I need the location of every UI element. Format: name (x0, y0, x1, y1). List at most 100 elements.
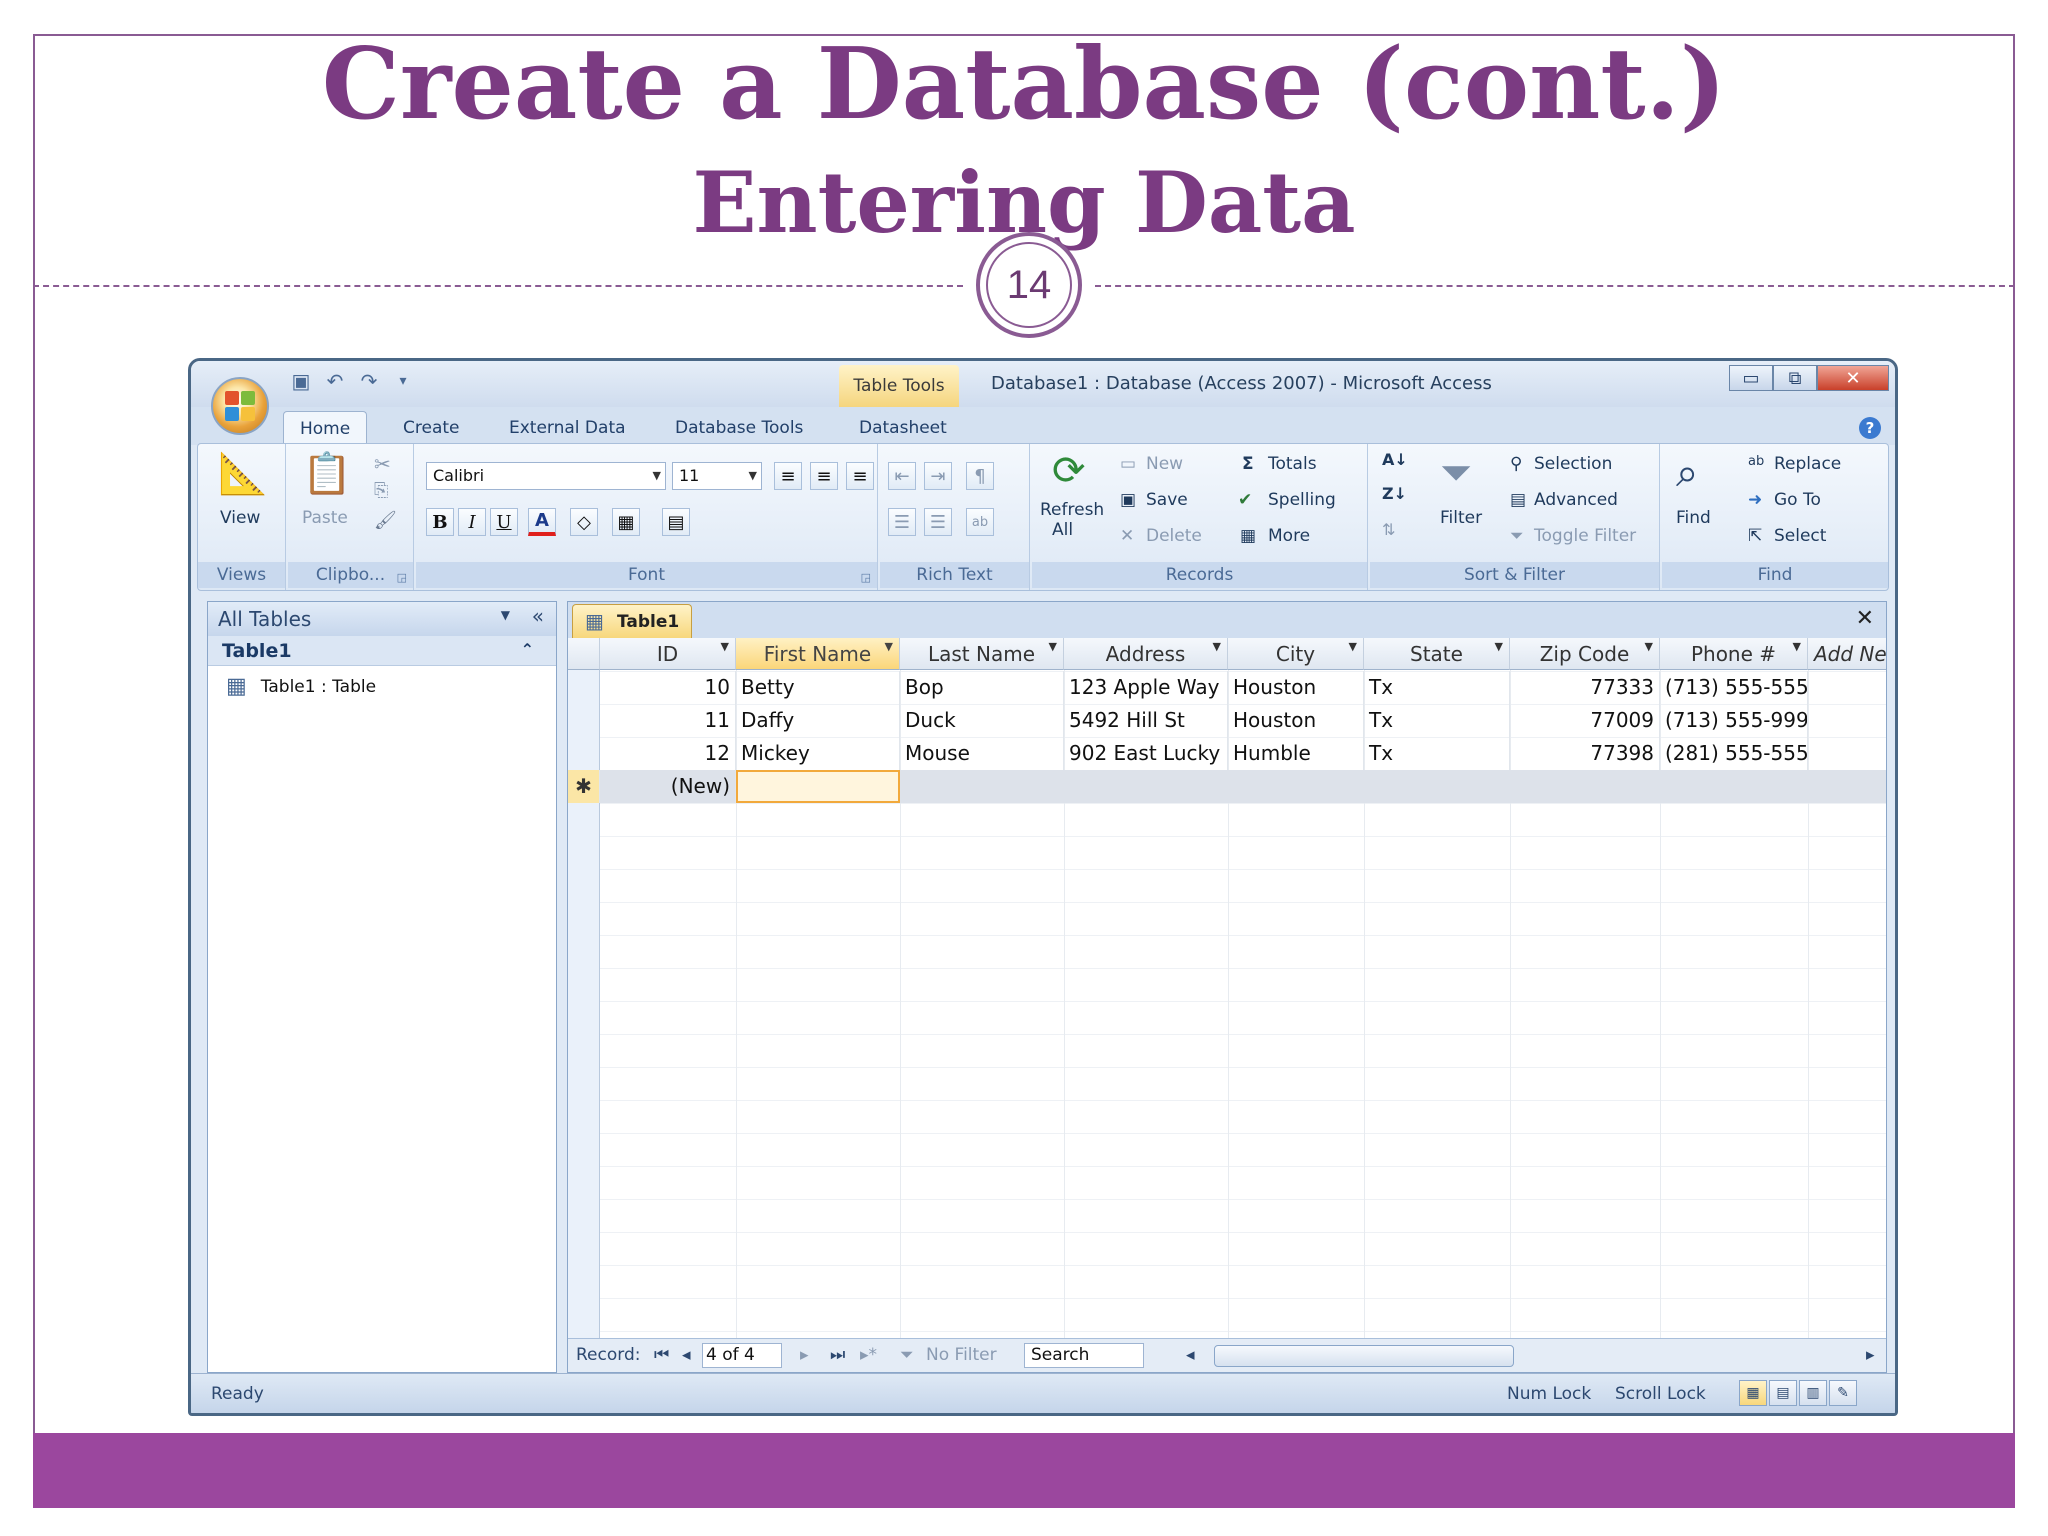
column-header-state[interactable]: State ▼ (1364, 638, 1510, 670)
tab-database-tools[interactable]: Database Tools (675, 411, 803, 445)
column-header-last-name[interactable]: Last Name ▼ (900, 638, 1064, 670)
cell-zip-code[interactable]: 77009 (1510, 704, 1660, 737)
delete-button[interactable]: Delete (1146, 526, 1202, 546)
chevron-down-icon[interactable]: ▼ (885, 640, 893, 653)
cell-phone[interactable]: (713) 555-9999 (1660, 704, 1808, 737)
column-header-city[interactable]: City ▼ (1228, 638, 1364, 670)
align-center-button[interactable]: ≡ (810, 462, 838, 490)
select-button[interactable]: Select (1774, 526, 1826, 546)
fill-color-icon[interactable]: ◇ (570, 508, 598, 536)
replace-button[interactable]: Replace (1774, 454, 1841, 474)
scroll-left-icon[interactable]: ◂ (1186, 1345, 1195, 1365)
clear-sort-icon[interactable]: ⇅ (1382, 520, 1395, 539)
numbering-icon[interactable]: ☰ (924, 508, 952, 536)
column-header-address[interactable]: Address ▼ (1064, 638, 1228, 670)
underline-button[interactable]: U (490, 508, 518, 536)
nav-item-table1[interactable]: ▦ Table1 : Table (226, 674, 376, 699)
decrease-indent-icon[interactable]: ⇤ (888, 462, 916, 490)
totals-button[interactable]: Totals (1268, 454, 1317, 474)
horizontal-scrollbar-thumb[interactable] (1214, 1345, 1514, 1367)
italic-button[interactable]: I (458, 508, 486, 536)
previous-record-icon[interactable]: ◂ (682, 1345, 691, 1365)
pivot-table-view-icon[interactable]: ▤ (1769, 1380, 1797, 1406)
copy-icon[interactable]: ⎘ (374, 480, 388, 501)
sort-ascending-icon[interactable]: A↓ (1382, 450, 1408, 469)
more-button[interactable]: More (1268, 526, 1310, 546)
paste-button[interactable]: Paste (302, 508, 348, 528)
new-record-row[interactable]: ✱ (New) (568, 770, 1886, 803)
document-tab-table1[interactable]: ▦ Table1 (572, 604, 692, 638)
chevron-down-icon[interactable]: ▼ (1213, 640, 1221, 653)
cell-state[interactable]: Tx (1364, 704, 1510, 737)
office-button[interactable] (211, 377, 269, 435)
minimize-button[interactable]: ▭ (1729, 365, 1773, 391)
new-record-button[interactable]: New (1146, 454, 1183, 474)
format-painter-icon[interactable]: 🖌 (374, 510, 397, 531)
cell-last-name[interactable]: Duck (900, 704, 1064, 737)
align-left-button[interactable]: ≡ (774, 462, 802, 490)
cell-phone[interactable]: (713) 555-5555 (1660, 671, 1808, 704)
chevron-down-icon[interactable]: ▼ (1645, 640, 1653, 653)
cell-city[interactable]: Houston (1228, 704, 1364, 737)
collapse-pane-icon[interactable]: « (532, 604, 544, 628)
nav-group-table1[interactable]: Table1 ⌃ (208, 636, 556, 666)
current-record-input[interactable]: 4 of 4 (702, 1343, 782, 1368)
align-right-button[interactable]: ≡ (846, 462, 874, 490)
tab-create[interactable]: Create (403, 411, 460, 445)
cell-first-name[interactable]: Betty (736, 671, 900, 704)
cell-address[interactable]: 902 East Lucky Ln (1064, 737, 1228, 770)
tab-external-data[interactable]: External Data (509, 411, 626, 445)
go-to-button[interactable]: Go To (1774, 490, 1821, 510)
first-record-icon[interactable]: ⏮ (654, 1345, 669, 1365)
cell-last-name[interactable]: Bop (900, 671, 1064, 704)
column-header-id[interactable]: ID ▼ (600, 638, 736, 670)
save-icon[interactable]: ▣ (289, 369, 313, 393)
highlight-icon[interactable]: ab (966, 508, 994, 536)
chevron-down-icon[interactable]: ▼ (1793, 640, 1801, 653)
bullets-icon[interactable]: ☰ (888, 508, 916, 536)
advanced-button[interactable]: Advanced (1534, 490, 1618, 510)
font-name-select[interactable]: Calibri ▼ (426, 462, 666, 490)
cell-zip-code[interactable]: 77398 (1510, 737, 1660, 770)
redo-icon[interactable]: ↷ (357, 369, 381, 393)
design-view-icon[interactable]: ✎ (1829, 1380, 1857, 1406)
font-color-button[interactable]: A (528, 508, 556, 536)
chevron-down-icon[interactable]: ▼ (721, 640, 729, 653)
chevron-down-icon[interactable]: ▼ (501, 608, 510, 622)
spelling-button[interactable]: Spelling (1268, 490, 1336, 510)
cell-phone[interactable]: (281) 555-5555 (1660, 737, 1808, 770)
cell-id[interactable]: 12 (600, 737, 736, 770)
increase-indent-icon[interactable]: ⇥ (924, 462, 952, 490)
cell-address[interactable]: 5492 Hill St (1064, 704, 1228, 737)
filter-button[interactable]: Filter (1440, 508, 1482, 528)
cell-city[interactable]: Humble (1228, 737, 1364, 770)
search-input[interactable]: Search (1024, 1343, 1144, 1368)
help-icon[interactable]: ? (1859, 417, 1881, 439)
chevron-down-icon[interactable]: ▼ (1049, 640, 1057, 653)
cell-first-name[interactable]: Mickey (736, 737, 900, 770)
close-tab-icon[interactable]: ✕ (1856, 606, 1874, 631)
cell-state[interactable]: Tx (1364, 737, 1510, 770)
tab-home[interactable]: Home (283, 411, 368, 445)
nav-header[interactable]: All Tables ▼ « (208, 602, 556, 636)
last-record-icon[interactable]: ⏭ (830, 1345, 845, 1365)
cell-address[interactable]: 123 Apple Way (1064, 671, 1228, 704)
cell-last-name[interactable]: Mouse (900, 737, 1064, 770)
select-all-header[interactable] (568, 638, 600, 670)
sort-descending-icon[interactable]: Z↓ (1382, 484, 1407, 503)
alternate-fill-icon[interactable]: ▤ (662, 508, 690, 536)
cell-state[interactable]: Tx (1364, 671, 1510, 704)
restore-button[interactable]: ⧉ (1773, 365, 1817, 391)
save-record-button[interactable]: Save (1146, 490, 1188, 510)
toggle-filter-button[interactable]: Toggle Filter (1534, 526, 1636, 546)
chevron-up-icon[interactable]: ⌃ (521, 640, 534, 659)
tab-datasheet[interactable]: Datasheet (859, 411, 947, 445)
column-header-phone[interactable]: Phone # ▼ (1660, 638, 1808, 670)
bold-button[interactable]: B (426, 508, 454, 536)
active-cell-first-name[interactable] (736, 770, 900, 803)
scroll-right-icon[interactable]: ▸ (1866, 1345, 1875, 1365)
customize-qat-icon[interactable]: ▾ (391, 369, 415, 393)
column-header-add-new-field[interactable]: Add New Field (1808, 638, 1886, 670)
find-button[interactable]: Find (1676, 508, 1711, 528)
datasheet-view-icon[interactable]: ▦ (1739, 1380, 1767, 1406)
